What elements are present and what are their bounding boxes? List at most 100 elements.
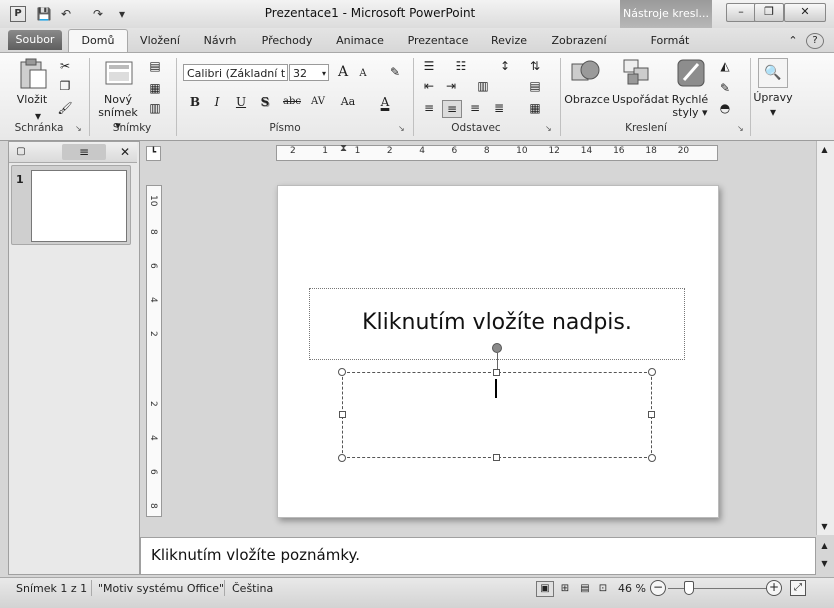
align-right-icon[interactable]: ≡ [466,100,484,116]
italic-button[interactable]: I [208,94,226,110]
drawing-dialog-launcher-icon[interactable]: ↘ [737,124,746,133]
font-size-combo[interactable]: 32 ▾ [289,64,329,81]
strikethrough-button[interactable]: abc [280,94,304,110]
cut-icon[interactable]: ✂ [56,58,74,74]
resize-handle-right[interactable] [648,411,655,418]
previous-slide-icon[interactable]: ▲ [817,538,832,553]
shrink-font-icon[interactable]: A [354,66,372,82]
editing-dropdown-icon[interactable]: ▾ [764,104,782,120]
resize-handle-left[interactable] [339,411,346,418]
new-slide-label[interactable]: Nový [94,93,142,106]
text-direction-icon[interactable]: ⇅ [526,58,544,74]
clipboard-dialog-launcher-icon[interactable]: ↘ [75,124,84,133]
smartart-icon[interactable]: ▦ [526,100,544,116]
slides-tab-icon[interactable]: ▢ [12,144,30,160]
resize-handle-top-left[interactable] [338,368,346,376]
fit-to-window-icon[interactable]: ⤢ [790,580,806,596]
line-spacing-icon[interactable]: ↕ [496,58,514,74]
numbering-icon[interactable]: ☷ [452,58,470,74]
zoom-slider-thumb[interactable] [684,581,694,595]
change-case-button[interactable]: Aa [336,94,360,110]
zoom-level[interactable]: 46 % [618,582,646,595]
close-panel-icon[interactable]: ✕ [116,144,134,160]
tab-zobrazeni[interactable]: Zobrazení [546,32,612,50]
slide-show-view-icon[interactable]: ⊡ [594,581,612,597]
underline-button[interactable]: U [232,94,250,110]
language-status[interactable]: Čeština [232,582,273,595]
zoom-in-icon[interactable]: + [766,580,782,596]
align-left-icon[interactable]: ≡ [420,100,438,116]
shape-outline-icon[interactable]: ✎ [716,80,734,96]
reading-view-icon[interactable]: ▤ [576,581,594,597]
scroll-down-icon[interactable]: ▼ [817,519,832,534]
tab-prezentace[interactable]: Prezentace [402,32,474,50]
zoom-slider-track[interactable] [668,588,768,589]
arrange-icon[interactable] [622,58,654,91]
resize-handle-top[interactable] [493,369,500,376]
increase-indent-icon[interactable]: ⇥ [442,78,460,94]
tab-soubor[interactable]: Soubor [8,30,62,50]
quick-styles-dropdown[interactable]: styly ▾ [670,106,710,119]
next-slide-icon[interactable]: ▼ [817,556,832,571]
binoculars-icon[interactable]: 🔍 [758,58,788,88]
scroll-up-icon[interactable]: ▲ [817,142,832,157]
editing-button[interactable]: Úpravy [752,91,794,104]
resize-handle-bottom-right[interactable] [648,454,656,462]
tab-selector-icon[interactable]: ┗ [146,146,161,161]
resize-handle-top-right[interactable] [648,368,656,376]
rotation-handle[interactable] [492,343,502,353]
tab-navrh[interactable]: Návrh [194,32,246,50]
text-shadow-button[interactable]: S [256,94,274,110]
grow-font-icon[interactable]: A [334,64,352,80]
vertical-scrollbar[interactable] [816,141,834,535]
format-painter-icon[interactable]: 🖌 [56,100,74,116]
slide-thumbnail[interactable] [31,170,127,242]
reset-slide-icon[interactable]: ▦ [146,80,164,96]
theme-name[interactable]: "Motiv systému Office" [98,582,224,595]
quick-styles-label[interactable]: Rychlé [670,93,710,106]
paragraph-dialog-launcher-icon[interactable]: ↘ [545,124,554,133]
paste-button[interactable]: Vložit [12,93,52,106]
shapes-icon[interactable] [570,58,602,91]
bullets-icon[interactable]: ☰ [420,58,438,74]
tab-revize[interactable]: Revize [484,32,534,50]
shapes-button[interactable]: Obrazce [564,93,610,106]
normal-view-icon[interactable]: ▣ [536,581,554,597]
decrease-indent-icon[interactable]: ⇤ [420,78,438,94]
tab-prechody[interactable]: Přechody [254,32,320,50]
paste-icon[interactable] [18,58,48,93]
zoom-out-icon[interactable]: − [650,580,666,596]
new-slide-icon[interactable] [104,58,134,91]
font-color-button[interactable]: A [376,94,394,110]
justify-icon[interactable]: ≣ [490,100,508,116]
character-spacing-button[interactable]: AV [306,94,330,110]
font-name-combo[interactable]: Calibri (Základní t [183,64,288,81]
resize-handle-bottom-left[interactable] [338,454,346,462]
align-center-icon[interactable]: ≡ [442,100,462,118]
columns-icon[interactable]: ▥ [474,78,492,94]
minimize-button[interactable]: – [726,3,756,22]
align-text-icon[interactable]: ▤ [526,78,544,94]
clear-formatting-icon[interactable]: ✎ [386,64,404,80]
bold-button[interactable]: B [186,94,204,110]
slide-counter[interactable]: Snímek 1 z 1 [16,582,87,595]
minimize-ribbon-icon[interactable]: ⌃ [786,32,800,50]
tab-vlozeni[interactable]: Vložení [132,32,188,50]
help-icon[interactable]: ? [806,33,824,49]
indent-marker-icon[interactable]: ⧗ [340,143,347,154]
tab-animace[interactable]: Animace [330,32,390,50]
tab-domu[interactable]: Domů [68,29,128,54]
tab-format[interactable]: Formát [620,32,720,50]
resize-handle-bottom[interactable] [493,454,500,461]
arrange-button[interactable]: Uspořádat [612,93,669,106]
close-button[interactable]: ✕ [784,3,826,22]
slide-sorter-view-icon[interactable]: ⊞ [556,581,574,597]
shape-effects-icon[interactable]: ◓ [716,100,734,116]
copy-icon[interactable]: ❐ [56,78,74,94]
font-dialog-launcher-icon[interactable]: ↘ [398,124,407,133]
quick-styles-icon[interactable] [676,58,706,91]
restore-button[interactable]: ❐ [754,3,784,22]
shape-fill-icon[interactable]: ◭ [716,58,734,74]
layout-icon[interactable]: ▤ [146,58,164,74]
outline-tab-icon[interactable]: ≡ [62,144,106,160]
